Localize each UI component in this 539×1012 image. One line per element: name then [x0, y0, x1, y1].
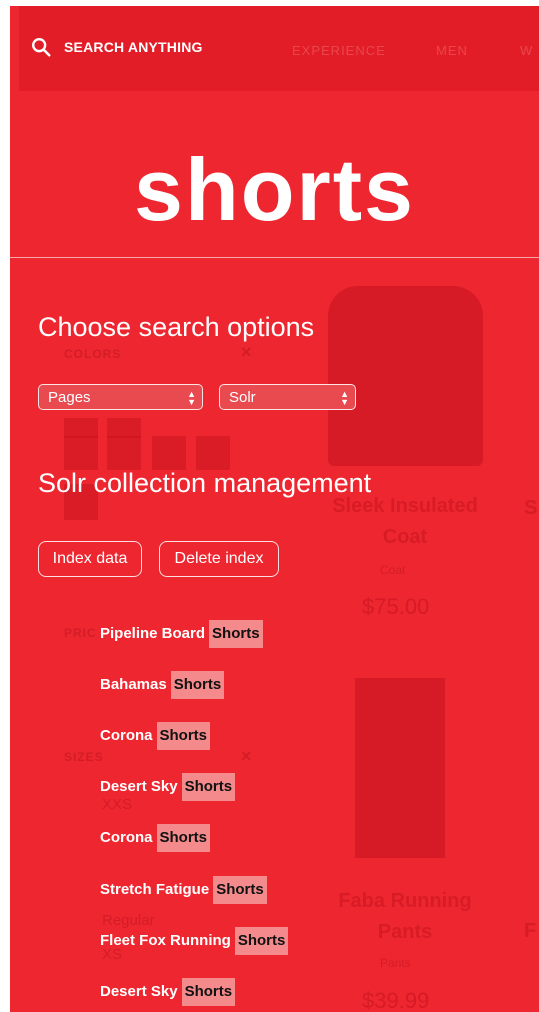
color-swatch[interactable] — [196, 436, 230, 470]
options-heading: Choose search options — [38, 312, 315, 342]
result-title: Pipeline Board — [100, 625, 206, 642]
color-swatch[interactable] — [64, 418, 98, 438]
result-title: Desert Sky — [100, 778, 178, 795]
result-item[interactable]: Fleet Fox Running Shorts — [100, 927, 289, 955]
result-title: Desert Sky — [100, 983, 178, 1000]
close-icon[interactable]: × — [241, 746, 252, 767]
result-item[interactable]: Corona Shorts — [100, 824, 211, 852]
type-select-value: Pages — [48, 389, 91, 406]
search-query-title: shorts — [134, 140, 415, 239]
delete-index-button[interactable]: Delete index — [159, 541, 279, 577]
product-name[interactable]: Faba Running Pants — [310, 886, 500, 948]
filter-colors-label: COLORS — [64, 347, 122, 361]
result-match: Shorts — [209, 620, 263, 648]
result-match: Shorts — [181, 978, 236, 1006]
engine-select[interactable]: Solr ▲ ▼ — [219, 384, 356, 410]
index-data-button[interactable]: Index data — [38, 541, 142, 577]
select-arrows-icon: ▲ ▼ — [187, 389, 196, 407]
search-overlay: SEARCH ANYTHING EXPERIENCE MEN W COLORS … — [10, 6, 539, 1012]
close-icon[interactable]: × — [241, 342, 252, 363]
product-name-partial[interactable]: S — [524, 493, 537, 524]
result-match: Shorts — [170, 671, 225, 699]
result-title: Stretch Fatigue — [100, 881, 210, 898]
color-swatch[interactable] — [107, 418, 141, 438]
nav-men[interactable]: MEN — [436, 43, 468, 58]
collection-heading: Solr collection management — [38, 468, 372, 498]
product-category: Coat — [380, 563, 406, 577]
select-arrows-icon: ▲ ▼ — [340, 389, 349, 407]
product-image[interactable] — [355, 678, 445, 858]
filter-price-label: PRIC — [64, 626, 97, 640]
color-swatch[interactable] — [107, 436, 141, 470]
color-swatch[interactable] — [64, 436, 98, 470]
product-price: $39.99 — [362, 988, 430, 1012]
result-item[interactable]: Stretch Fatigue Shorts — [100, 876, 267, 904]
result-match: Shorts — [181, 773, 236, 801]
product-name-partial[interactable]: F — [524, 916, 536, 947]
search-label: SEARCH ANYTHING — [64, 39, 203, 55]
result-match: Shorts — [156, 722, 211, 750]
result-title: Fleet Fox Running — [100, 932, 231, 949]
result-match: Shorts — [213, 876, 267, 904]
product-price: $75.00 — [362, 594, 430, 619]
search-trigger[interactable]: SEARCH ANYTHING — [30, 36, 203, 58]
nav-women[interactable]: W — [520, 43, 533, 58]
result-match: Shorts — [156, 824, 211, 852]
nav-experience[interactable]: EXPERIENCE — [292, 43, 386, 58]
result-title: Corona — [100, 727, 153, 744]
product-category: Pants — [380, 956, 411, 970]
filter-sizes-label: SIZES — [64, 750, 104, 764]
search-icon — [32, 38, 51, 57]
result-item[interactable]: Bahamas Shorts — [100, 671, 225, 699]
result-item[interactable]: Desert Sky Shorts — [100, 773, 236, 801]
result-item[interactable]: Desert Sky Shorts — [100, 978, 236, 1006]
result-title: Bahamas — [100, 676, 167, 693]
color-swatch[interactable] — [152, 436, 186, 470]
result-item[interactable]: Pipeline Board Shorts — [100, 620, 263, 648]
type-select[interactable]: Pages ▲ ▼ — [38, 384, 203, 410]
result-match: Shorts — [234, 927, 289, 955]
product-name[interactable]: Sleek Insulated Coat — [310, 491, 500, 553]
engine-select-value: Solr — [229, 389, 256, 406]
product-image[interactable] — [328, 286, 483, 466]
result-title: Corona — [100, 829, 153, 846]
result-item[interactable]: Corona Shorts — [100, 722, 211, 750]
divider — [10, 257, 539, 258]
